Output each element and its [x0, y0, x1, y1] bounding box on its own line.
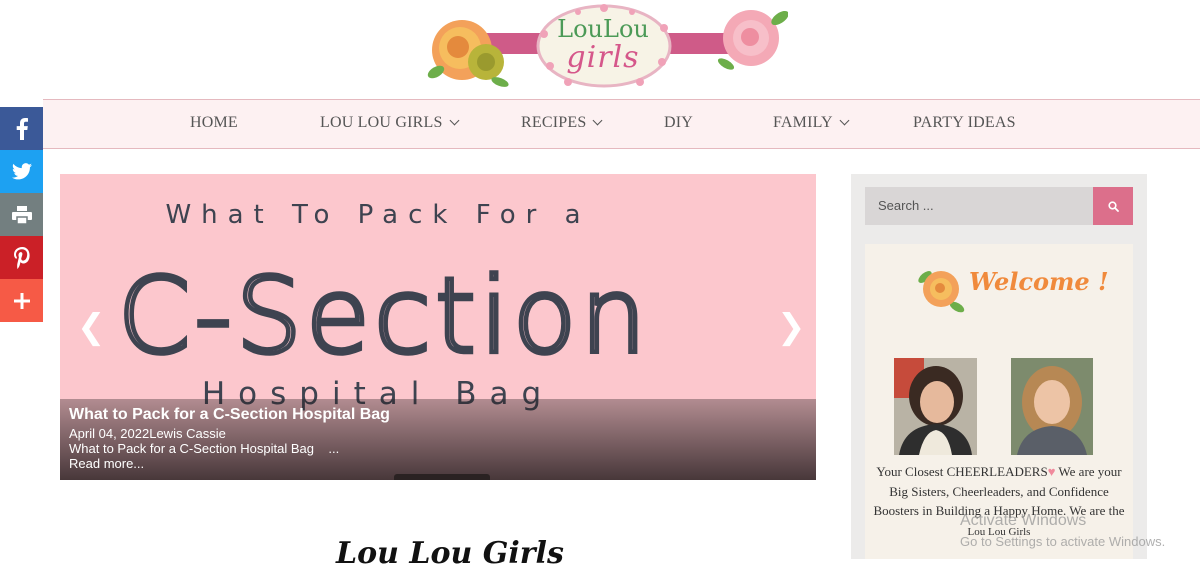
about-text-lead: Your Closest CHEERLEADERS — [876, 464, 1048, 479]
site-logo[interactable]: LouLou girls — [418, 4, 789, 92]
nav-diy[interactable]: DIY — [664, 114, 693, 132]
nav-diy-label: DIY — [664, 114, 694, 131]
search-placeholder: Search ... — [878, 198, 934, 213]
nav-recipes[interactable]: RECIPES — [521, 114, 603, 132]
welcome-title: Welcome ! — [969, 267, 1109, 296]
slide-caption-meta: April 04, 2022Lewis Cassie — [69, 426, 226, 441]
pinterest-icon — [13, 246, 30, 269]
slider-prev-arrow[interactable]: ❮ — [77, 310, 106, 344]
slide-caption: What to Pack for a C-Section Hospital Ba… — [60, 399, 816, 480]
nav-lou-lou-girls-label: LOU LOU GIRLS — [320, 114, 443, 131]
slider-next-arrow[interactable]: ❯ — [777, 310, 806, 344]
logo-wordmark: LouLou — [557, 15, 649, 43]
activate-windows-subtitle: Go to Settings to activate Windows. — [960, 534, 1166, 549]
slide-image-line-2: C-Section — [124, 253, 644, 372]
search-icon — [1107, 200, 1119, 212]
slider-pagination-indicator[interactable] — [394, 474, 490, 480]
share-pinterest-button[interactable] — [0, 236, 43, 279]
twitter-icon — [11, 163, 32, 180]
chevron-down-icon — [592, 115, 603, 126]
share-twitter-button[interactable] — [0, 150, 43, 193]
nav-party-ideas[interactable]: PARTY IDEAS — [913, 114, 1016, 132]
chevron-down-icon — [449, 115, 460, 126]
nav-home[interactable]: HOME — [190, 114, 238, 132]
plus-icon — [13, 292, 30, 309]
share-more-button[interactable] — [0, 279, 43, 322]
logo-script: girls — [566, 40, 640, 75]
slide-caption-title[interactable]: What to Pack for a C-Section Hospital Ba… — [69, 406, 390, 424]
nav-lou-lou-girls[interactable]: LOU LOU GIRLS — [320, 114, 460, 132]
nav-home-label: HOME — [190, 114, 238, 131]
nav-family[interactable]: FAMILY — [773, 114, 850, 132]
section-heading: Lou Lou Girls — [336, 536, 564, 571]
main-nav: HOME LOU LOU GIRLS RECIPES DIY FAMILY PA… — [43, 99, 1200, 149]
author-photo-2 — [1011, 358, 1094, 455]
welcome-rose-icon — [918, 271, 965, 313]
read-more-link[interactable]: Read more... — [69, 456, 144, 471]
svg-text:C-Section: C-Section — [124, 255, 644, 372]
share-facebook-button[interactable] — [0, 107, 43, 150]
search-input[interactable]: Search ... — [865, 187, 1093, 225]
activate-windows-title: Activate Windows — [960, 512, 1087, 529]
slide-image-line-1: What To Pack For a — [165, 200, 591, 230]
nav-family-label: FAMILY — [773, 114, 833, 131]
facebook-icon — [16, 117, 28, 140]
about-text: Your Closest CHEERLEADERS♥ We are your B… — [866, 462, 1132, 542]
nav-recipes-label: RECIPES — [521, 114, 587, 131]
chevron-down-icon — [839, 115, 850, 126]
author-photo-1 — [894, 358, 977, 455]
search-button[interactable] — [1093, 187, 1133, 225]
nav-party-ideas-label: PARTY IDEAS — [913, 114, 1016, 131]
slide-caption-excerpt: What to Pack for a C-Section Hospital Ba… — [69, 441, 340, 456]
